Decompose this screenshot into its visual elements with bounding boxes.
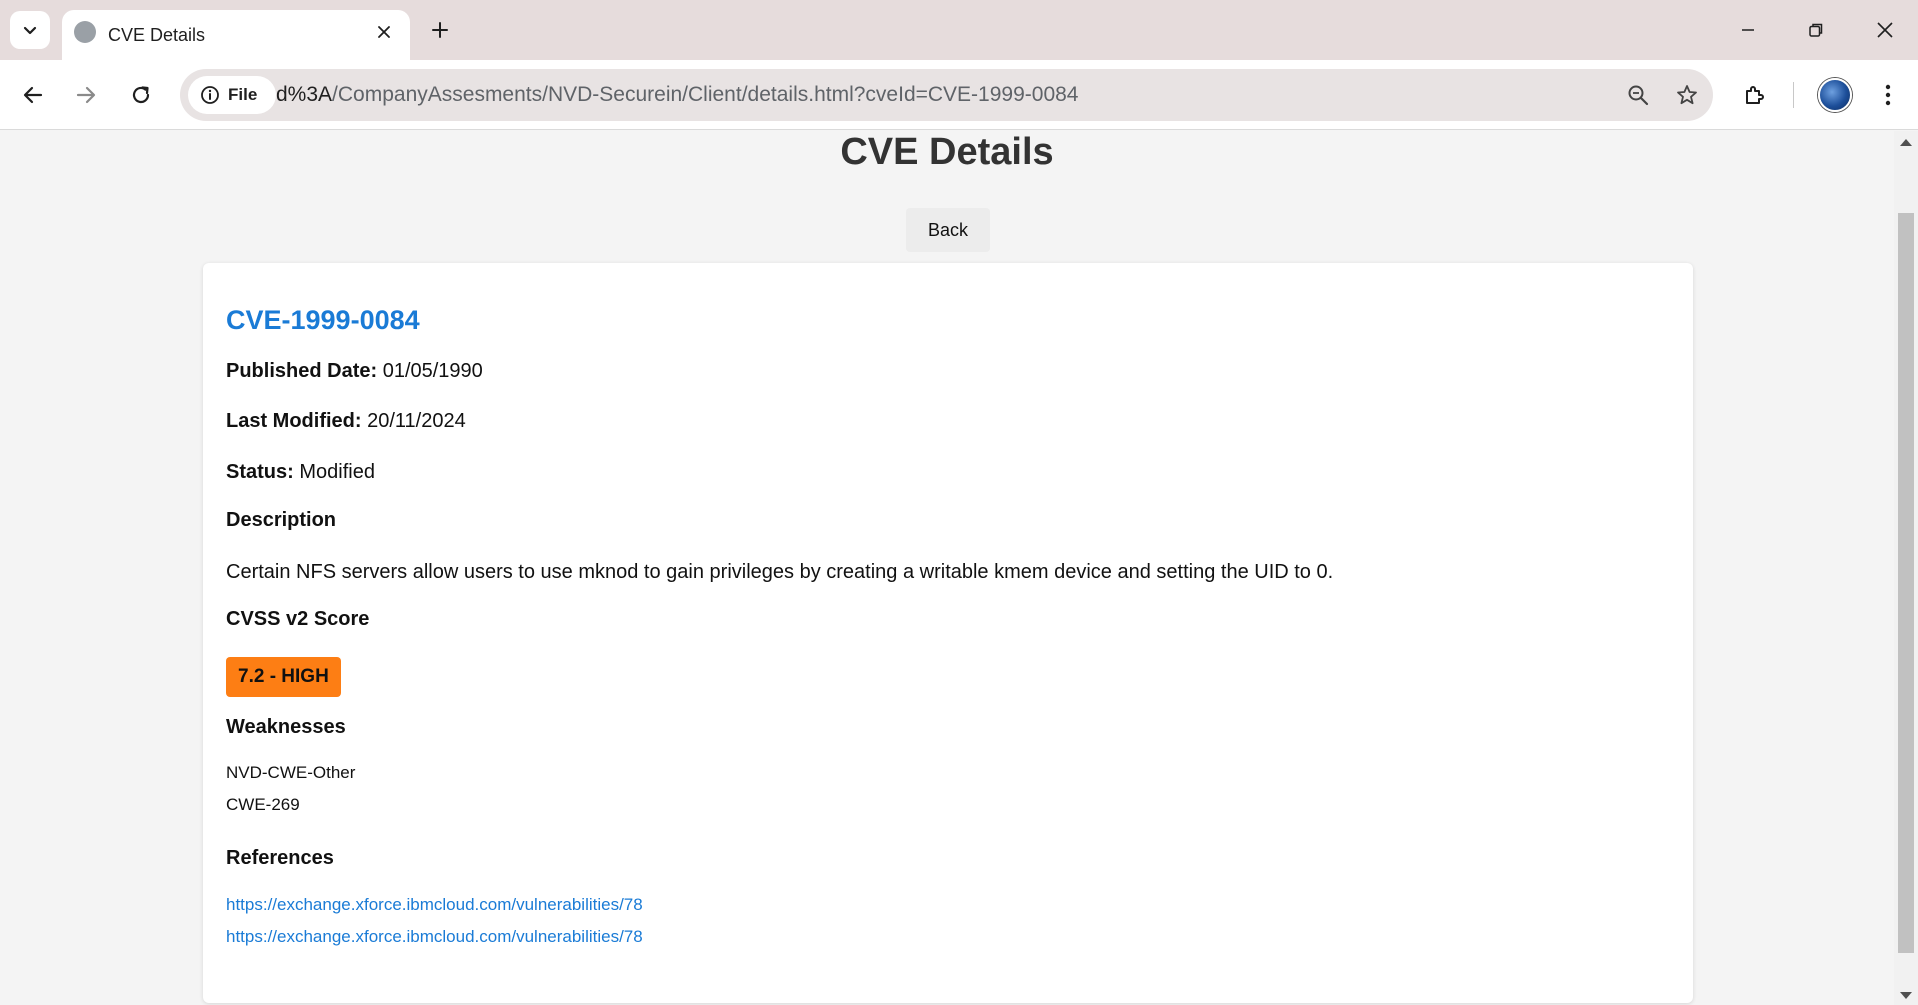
weakness-item: CWE-269: [226, 795, 300, 814]
published-date-row: Published Date: 01/05/1990: [226, 360, 483, 383]
description-heading: Description: [226, 509, 337, 531]
published-date-label: Published Date:: [226, 360, 378, 382]
reference-link[interactable]: https://exchange.xforce.ibmcloud.com/vul…: [226, 927, 643, 947]
page-title: CVE Details: [840, 131, 1054, 173]
chevron-down-icon: [23, 26, 37, 35]
active-tab[interactable]: CVE Details: [62, 10, 410, 60]
reference-link[interactable]: https://exchange.xforce.ibmcloud.com/vul…: [226, 895, 643, 915]
extensions-button[interactable]: [1735, 75, 1775, 115]
restore-icon: [1809, 23, 1823, 37]
status-value: Modified: [299, 461, 375, 483]
site-info-chip[interactable]: File: [188, 76, 276, 114]
bookmark-button[interactable]: [1670, 78, 1704, 112]
back-button[interactable]: Back: [906, 208, 990, 252]
reload-icon: [132, 86, 150, 104]
minimize-button[interactable]: [1724, 10, 1772, 50]
published-date-value: 01/05/1990: [382, 360, 483, 382]
cve-id-heading[interactable]: CVE-1999-0084: [226, 305, 420, 336]
more-vertical-icon: [1885, 84, 1891, 106]
last-modified-row: Last Modified: 20/11/2024: [226, 410, 466, 433]
restore-button[interactable]: [1792, 10, 1840, 50]
weakness-item: NVD-CWE-Other: [226, 763, 356, 782]
page-scrollbar[interactable]: [1894, 131, 1918, 1005]
zoom-out-icon: [1628, 85, 1649, 106]
close-icon: [1877, 22, 1893, 38]
star-icon: [1677, 85, 1697, 105]
minimize-icon: [1742, 29, 1754, 31]
status-label: Status:: [226, 461, 294, 483]
address-bar[interactable]: File d%3A/CompanyAssesments/NVD-Securein…: [180, 69, 1713, 121]
last-modified-label: Last Modified:: [226, 410, 362, 432]
tab-search-button[interactable]: [10, 11, 50, 49]
globe-icon: [74, 21, 96, 43]
back-nav-button[interactable]: [13, 75, 53, 115]
scrollbar-thumb[interactable]: [1898, 213, 1914, 953]
profile-avatar[interactable]: [1818, 78, 1852, 112]
cvss-score-badge: 7.2 - HIGH: [226, 657, 341, 697]
browser-toolbar: File d%3A/CompanyAssesments/NVD-Securein…: [0, 60, 1918, 130]
url-path: /CompanyAssesments/NVD-Securein/Client/d…: [332, 83, 1079, 106]
forward-nav-button[interactable]: [66, 75, 106, 115]
close-icon: [378, 26, 390, 38]
tab-strip: CVE Details: [0, 0, 1918, 60]
cve-details-card: CVE-1999-0084 Published Date: 01/05/1990…: [203, 263, 1693, 1003]
description-text: Certain NFS servers allow users to use m…: [226, 561, 1334, 583]
last-modified-value: 20/11/2024: [367, 410, 466, 432]
cvss-heading: CVSS v2 Score: [226, 608, 370, 630]
tab-close-button[interactable]: [372, 20, 396, 44]
puzzle-icon: [1746, 86, 1764, 104]
scroll-up-arrow[interactable]: [1900, 139, 1912, 146]
zoom-button[interactable]: [1621, 78, 1655, 112]
page-viewport: CVE Details Back CVE-1999-0084 Published…: [0, 131, 1918, 1005]
info-icon: [201, 86, 219, 104]
reload-button[interactable]: [121, 75, 161, 115]
browser-menu-button[interactable]: [1868, 75, 1908, 115]
status-row: Status: Modified: [226, 461, 375, 484]
close-window-button[interactable]: [1861, 10, 1909, 50]
plus-icon: [432, 22, 448, 38]
new-tab-button[interactable]: [424, 14, 456, 46]
url-prefix: d%3A: [276, 83, 333, 106]
arrow-left-icon: [23, 86, 43, 104]
url-text[interactable]: d%3A/CompanyAssesments/NVD-Securein/Clie…: [276, 83, 1078, 107]
site-chip-label: File: [228, 85, 258, 104]
scroll-down-arrow[interactable]: [1900, 992, 1912, 999]
tab-title: CVE Details: [108, 25, 206, 45]
toolbar-divider: [1793, 82, 1794, 108]
arrow-right-icon: [76, 86, 96, 104]
weaknesses-heading: Weaknesses: [226, 716, 346, 738]
references-heading: References: [226, 847, 334, 869]
